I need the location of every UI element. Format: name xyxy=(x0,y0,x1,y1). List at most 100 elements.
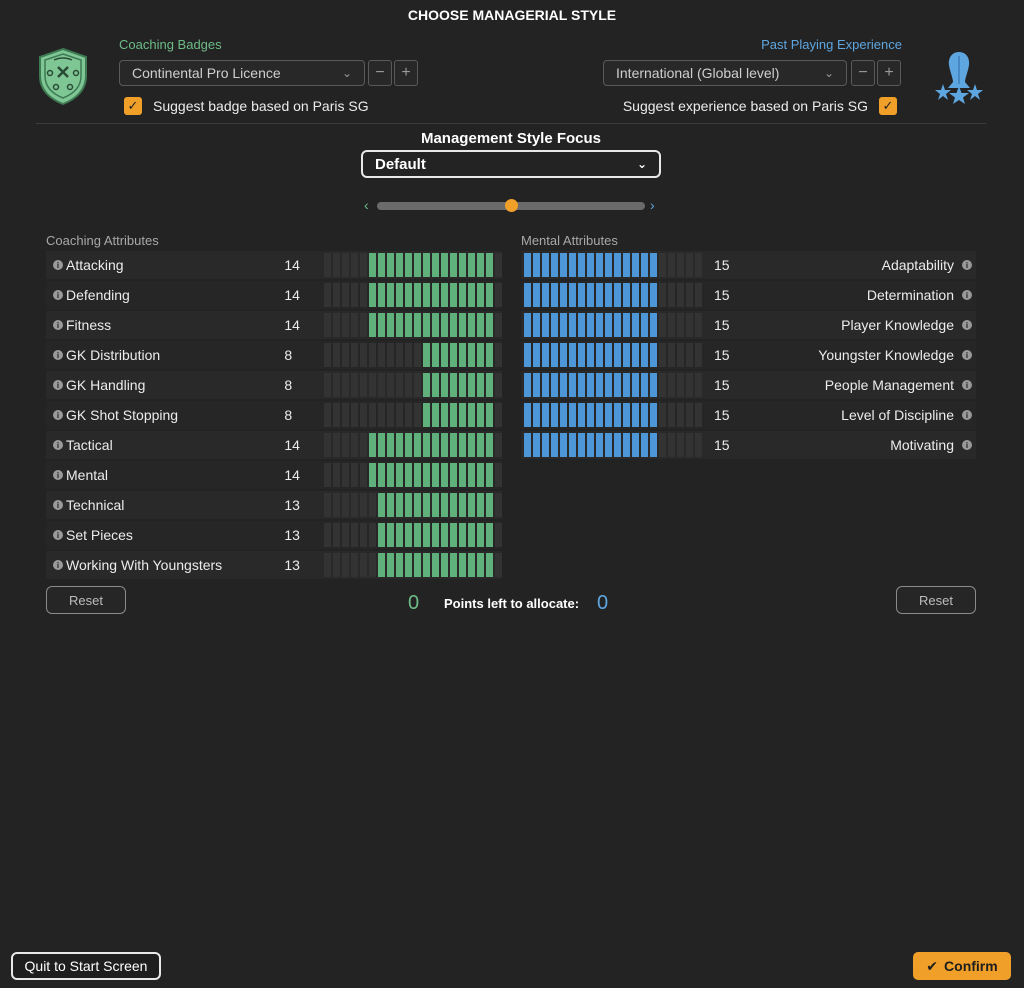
info-icon[interactable]: i xyxy=(53,380,63,390)
bar-segment xyxy=(432,523,439,547)
coaching-badge-dropdown[interactable]: Continental Pro Licence ⌄ xyxy=(119,60,365,86)
focus-slider-handle[interactable] xyxy=(504,199,518,212)
mental-attribute-row[interactable]: 15 Determination i xyxy=(521,281,976,309)
bar-segment xyxy=(686,403,693,427)
bar-segment xyxy=(632,373,639,397)
bar-segment xyxy=(623,253,630,277)
coaching-attribute-row[interactable]: i Working With Youngsters 13 xyxy=(46,551,502,579)
info-icon[interactable]: i xyxy=(53,560,63,570)
bar-segment xyxy=(396,403,403,427)
quit-to-start-button[interactable]: Quit to Start Screen xyxy=(11,952,161,980)
attribute-bar xyxy=(524,403,702,427)
bar-segment xyxy=(405,553,412,577)
bar-segment xyxy=(524,403,531,427)
badge-decrease-button[interactable]: − xyxy=(368,60,392,86)
bar-segment xyxy=(533,403,540,427)
info-icon[interactable]: i xyxy=(962,320,972,330)
bar-segment xyxy=(378,283,385,307)
info-icon[interactable]: i xyxy=(53,350,63,360)
info-icon[interactable]: i xyxy=(53,530,63,540)
coaching-attribute-row[interactable]: i Attacking 14 xyxy=(46,251,502,279)
past-playing-dropdown[interactable]: International (Global level) ⌄ xyxy=(603,60,847,86)
bar-segment xyxy=(578,433,585,457)
bar-segment xyxy=(351,433,358,457)
chevron-left-icon[interactable]: ‹ xyxy=(364,197,369,213)
coaching-attribute-row[interactable]: i Technical 13 xyxy=(46,491,502,519)
info-icon[interactable]: i xyxy=(53,500,63,510)
info-icon[interactable]: i xyxy=(53,440,63,450)
suggest-badge-checkbox[interactable]: ✓ xyxy=(124,97,142,115)
past-playing-label: Past Playing Experience xyxy=(761,37,902,52)
mental-attribute-row[interactable]: 15 Youngster Knowledge i xyxy=(521,341,976,369)
info-icon[interactable]: i xyxy=(962,350,972,360)
coaching-attribute-row[interactable]: i Fitness 14 xyxy=(46,311,502,339)
bar-segment xyxy=(324,433,331,457)
info-icon[interactable]: i xyxy=(53,470,63,480)
bar-segment xyxy=(659,433,666,457)
chevron-right-icon[interactable]: › xyxy=(650,197,655,213)
bar-segment xyxy=(468,523,475,547)
experience-decrease-button[interactable]: − xyxy=(851,60,875,86)
bar-segment xyxy=(524,433,531,457)
bar-segment xyxy=(533,373,540,397)
mental-attribute-row[interactable]: 15 People Management i xyxy=(521,371,976,399)
coaching-attribute-row[interactable]: i Defending 14 xyxy=(46,281,502,309)
coaching-attribute-row[interactable]: i GK Distribution 8 xyxy=(46,341,502,369)
info-icon[interactable]: i xyxy=(53,290,63,300)
bar-segment xyxy=(459,553,466,577)
chevron-down-icon: ⌄ xyxy=(636,157,647,171)
suggest-experience-checkbox[interactable]: ✓ xyxy=(879,97,897,115)
mental-attribute-row[interactable]: 15 Level of Discipline i xyxy=(521,401,976,429)
attribute-bar xyxy=(324,493,502,517)
bar-segment xyxy=(596,373,603,397)
coaching-attribute-row[interactable]: i Tactical 14 xyxy=(46,431,502,459)
info-icon[interactable]: i xyxy=(962,380,972,390)
bar-segment xyxy=(459,403,466,427)
bar-segment xyxy=(387,373,394,397)
info-icon[interactable]: i xyxy=(962,440,972,450)
bar-segment xyxy=(560,373,567,397)
info-icon[interactable]: i xyxy=(53,410,63,420)
mental-attribute-row[interactable]: 15 Player Knowledge i xyxy=(521,311,976,339)
bar-segment xyxy=(369,373,376,397)
info-icon[interactable]: i xyxy=(53,260,63,270)
bar-segment xyxy=(432,313,439,337)
mental-attribute-row[interactable]: 15 Motivating i xyxy=(521,431,976,459)
bar-segment xyxy=(560,343,567,367)
bar-segment xyxy=(414,343,421,367)
bar-segment xyxy=(477,283,484,307)
info-icon[interactable]: i xyxy=(53,320,63,330)
bar-segment xyxy=(333,343,340,367)
coaching-attribute-row[interactable]: i Set Pieces 13 xyxy=(46,521,502,549)
badge-increase-button[interactable]: + xyxy=(394,60,418,86)
info-icon[interactable]: i xyxy=(962,260,972,270)
bar-segment xyxy=(459,433,466,457)
bar-segment xyxy=(378,253,385,277)
bar-segment xyxy=(351,493,358,517)
coaching-attribute-row[interactable]: i GK Shot Stopping 8 xyxy=(46,401,502,429)
bar-segment xyxy=(587,313,594,337)
focus-title: Management Style Focus xyxy=(420,130,602,147)
experience-increase-button[interactable]: + xyxy=(877,60,901,86)
bar-segment xyxy=(342,403,349,427)
info-icon[interactable]: i xyxy=(962,410,972,420)
confirm-button[interactable]: ✔ Confirm xyxy=(913,952,1011,980)
bar-segment xyxy=(632,343,639,367)
attribute-name: Youngster Knowledge xyxy=(818,347,954,363)
bar-segment xyxy=(468,463,475,487)
bar-segment xyxy=(468,343,475,367)
bar-segment xyxy=(486,373,493,397)
attribute-value: 13 xyxy=(284,497,300,513)
attribute-name: Tactical xyxy=(66,437,113,453)
coaching-attribute-row[interactable]: i GK Handling 8 xyxy=(46,371,502,399)
chevron-down-icon: ⌄ xyxy=(341,66,352,80)
info-icon[interactable]: i xyxy=(962,290,972,300)
reset-mental-button[interactable]: Reset xyxy=(896,586,976,614)
attribute-value: 13 xyxy=(284,527,300,543)
mental-attribute-row[interactable]: 15 Adaptability i xyxy=(521,251,976,279)
bar-segment xyxy=(641,283,648,307)
reset-coaching-button[interactable]: Reset xyxy=(46,586,126,614)
focus-dropdown[interactable]: Default ⌄ xyxy=(361,150,661,178)
coaching-attribute-row[interactable]: i Mental 14 xyxy=(46,461,502,489)
bar-segment xyxy=(414,283,421,307)
